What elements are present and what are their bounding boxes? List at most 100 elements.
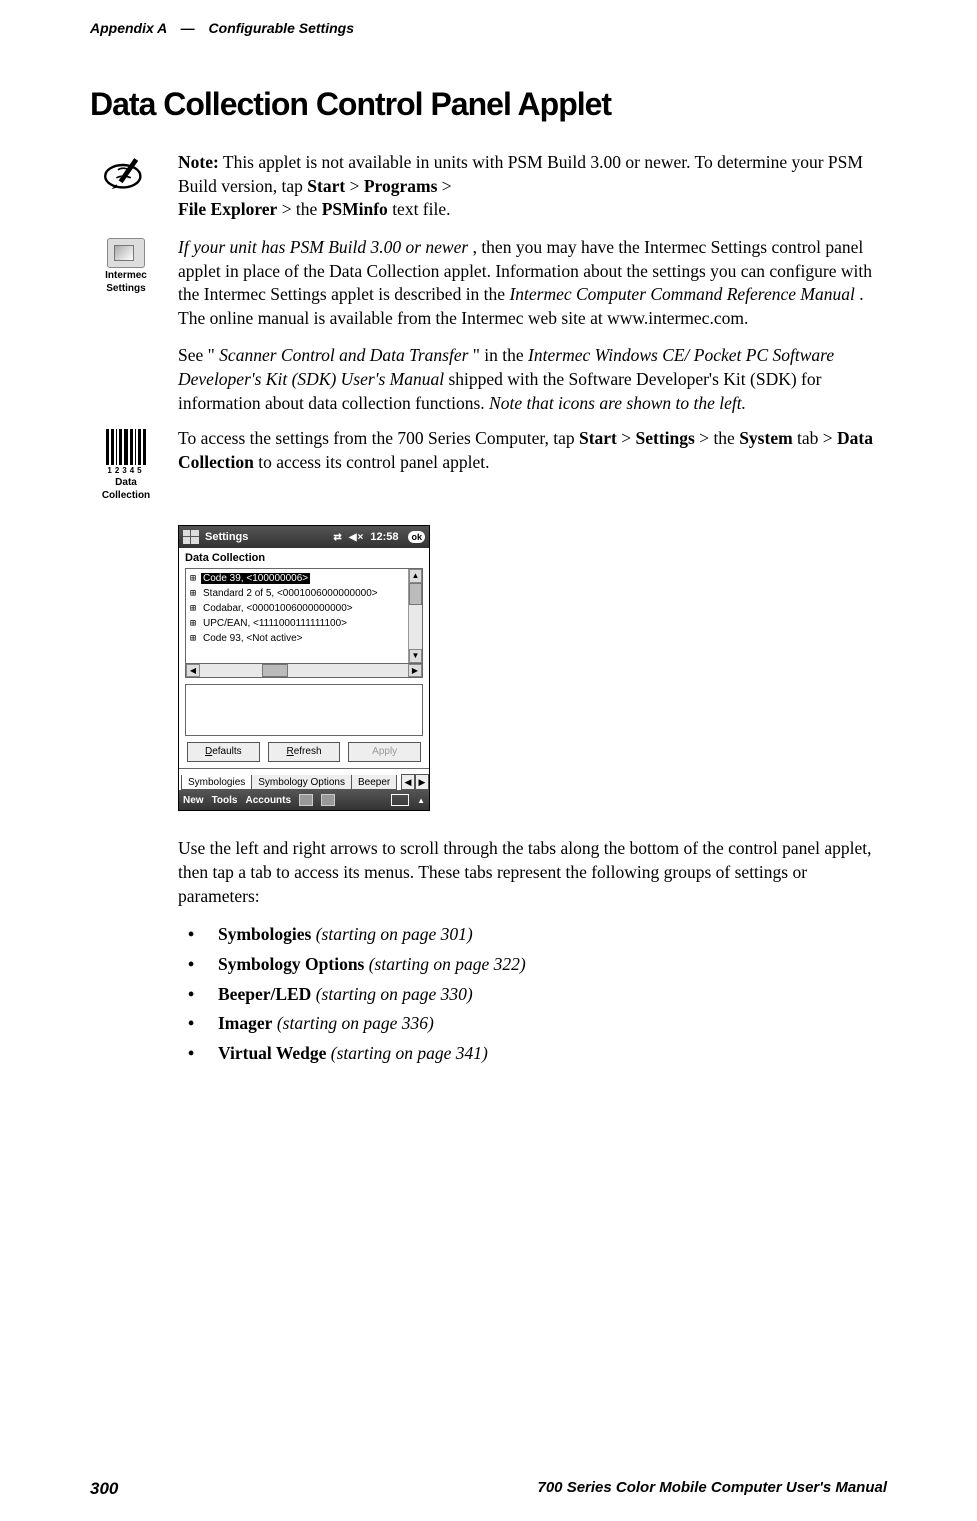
barcode-icon-col: 12345 Data Collection	[90, 427, 162, 501]
titlebar-label: Settings	[205, 531, 248, 543]
note-label: Note:	[178, 152, 219, 172]
scroll-left-icon[interactable]: ◀	[186, 664, 200, 677]
note-gt2: >	[442, 176, 452, 196]
barcode-digits: 12345	[107, 466, 144, 475]
scroll-down-icon[interactable]: ▼	[409, 649, 422, 663]
panel-title: Data Collection	[179, 548, 429, 566]
note-pencil-icon	[102, 153, 150, 198]
windows-flag-icon[interactable]	[183, 530, 199, 544]
access-start: Start	[579, 428, 617, 448]
note-icon-col	[90, 151, 162, 222]
access-gt2: > the	[699, 428, 739, 448]
bullet-italic: (starting on page 341)	[326, 1043, 487, 1063]
bullet-bold: Symbology Options	[218, 954, 364, 974]
list-item: Symbologies (starting on page 301)	[178, 920, 887, 950]
tree-item-label: Code 93, <Not active>	[201, 633, 305, 644]
tree-item-label: Codabar, <00001006000000000>	[201, 603, 355, 614]
see2: " in the	[473, 345, 528, 365]
tab-beeper[interactable]: Beeper	[351, 775, 397, 790]
tab-arrows: ◀ ▶	[401, 774, 429, 790]
mail-icon[interactable]	[299, 794, 313, 806]
keyboard-icon[interactable]	[391, 794, 409, 806]
tree-row[interactable]: ⊞Codabar, <00001006000000000>	[188, 601, 420, 616]
list-item: Symbology Options (starting on page 322)	[178, 950, 887, 980]
bottom-bar: New Tools Accounts ▲	[179, 790, 429, 810]
after-shot-paragraph: Use the left and right arrows to scroll …	[178, 837, 887, 908]
note-gt3: > the	[282, 199, 322, 219]
access-system: System	[739, 428, 792, 448]
note-tail: text file.	[392, 199, 450, 219]
barcode-bars-icon	[104, 429, 148, 465]
note-text: Note: This applet is not available in un…	[178, 151, 887, 222]
chapter-label: Configurable Settings	[209, 20, 354, 36]
scroll-up-icon[interactable]: ▲	[409, 569, 422, 583]
menu-new[interactable]: New	[183, 795, 204, 806]
note-gt1: >	[350, 176, 364, 196]
note-block: Note: This applet is not available in un…	[90, 151, 887, 222]
menu-accounts[interactable]: Accounts	[246, 795, 292, 806]
device-screenshot: Settings ⇄ ◀× 12:58 ok Data Collection ⊞…	[178, 515, 887, 837]
bullet-bold: Imager	[218, 1013, 272, 1033]
list-item: Imager (starting on page 336)	[178, 1009, 887, 1039]
defaults-button[interactable]: DDefaultsefaults	[187, 742, 260, 762]
bullet-bold: Beeper/LED	[218, 984, 311, 1004]
tree-item-label: Standard 2 of 5, <0001006000000000>	[201, 588, 380, 599]
tab-right-arrow-icon[interactable]: ▶	[415, 774, 429, 790]
intermec-settings-icon: Intermec Settings	[105, 238, 147, 294]
scroll-thumb[interactable]	[409, 583, 422, 605]
access-gt1: >	[621, 428, 635, 448]
tree-row[interactable]: ⊞Code 93, <Not active>	[188, 631, 420, 646]
ok-button[interactable]: ok	[408, 531, 425, 543]
header-sep: —	[171, 20, 205, 36]
access-text: To access the settings from the 700 Seri…	[178, 427, 887, 501]
bullet-bold: Virtual Wedge	[218, 1043, 326, 1063]
barcode-label2: Collection	[102, 490, 150, 501]
scroll-thumb[interactable]	[262, 664, 288, 677]
page-header: Appendix A — Configurable Settings	[90, 20, 887, 36]
tab-strip: Symbologies Symbology Options Beeper ◀ ▶	[179, 768, 429, 790]
tree-item-label: Code 39, <100000006>	[201, 573, 310, 584]
bullet-bold: Symbologies	[218, 924, 311, 944]
tab-symbologies[interactable]: Symbologies	[181, 775, 252, 790]
menu-tools[interactable]: Tools	[212, 795, 238, 806]
note-fileexp: File Explorer	[178, 199, 277, 219]
intermec-icon-col: Intermec Settings	[90, 236, 162, 331]
refresh-button[interactable]: RefreshRefresh	[268, 742, 341, 762]
see-i3: Note that icons are shown to the left.	[489, 393, 746, 413]
intermec-block: Intermec Settings If your unit has PSM B…	[90, 236, 887, 331]
tree-row[interactable]: ⊞Standard 2 of 5, <0001006000000000>	[188, 586, 420, 601]
contacts-icon[interactable]	[321, 794, 335, 806]
bullet-italic: (starting on page 322)	[364, 954, 525, 974]
horizontal-scrollbar[interactable]: ◀ ▶	[185, 664, 423, 678]
intermec-label2: Settings	[106, 283, 145, 294]
note-body1: This applet is not available in units wi…	[178, 152, 863, 196]
access-body3: to access its control panel applet.	[258, 452, 489, 472]
bullet-italic: (starting on page 336)	[272, 1013, 433, 1033]
page-footer: 300 700 Series Color Mobile Computer Use…	[90, 1479, 887, 1499]
sip-caret-icon[interactable]: ▲	[417, 796, 425, 805]
vertical-scrollbar[interactable]: ▲ ▼	[408, 569, 422, 663]
list-item: Beeper/LED (starting on page 330)	[178, 980, 887, 1010]
apply-button[interactable]: Apply	[348, 742, 421, 762]
tab-left-arrow-icon[interactable]: ◀	[401, 774, 415, 790]
scroll-right-icon[interactable]: ▶	[408, 664, 422, 677]
button-row: DDefaultsefaults RefreshRefresh Apply	[179, 736, 429, 768]
access-settings: Settings	[636, 428, 695, 448]
tree-row[interactable]: ⊞UPC/EAN, <1111000111111100>	[188, 616, 420, 631]
bullet-list: Symbologies (starting on page 301) Symbo…	[178, 920, 887, 1069]
volume-icon[interactable]: ◀×	[349, 532, 365, 543]
tab-symbology-options[interactable]: Symbology Options	[251, 775, 352, 790]
see-i1: Scanner Control and Data Transfer	[219, 345, 468, 365]
intermec-lead: If your unit has PSM Build 3.00 or newer	[178, 237, 468, 257]
intermec-text: If your unit has PSM Build 3.00 or newer…	[178, 236, 887, 331]
page-title: Data Collection Control Panel Applet	[90, 86, 887, 123]
list-item: Virtual Wedge (starting on page 341)	[178, 1039, 887, 1069]
tree-view[interactable]: ⊞Code 39, <100000006> ⊞Standard 2 of 5, …	[185, 568, 423, 664]
see1: See "	[178, 345, 215, 365]
connectivity-icon[interactable]: ⇄	[333, 532, 342, 543]
note-programs: Programs	[364, 176, 438, 196]
access-body1: To access the settings from the 700 Seri…	[178, 428, 579, 448]
tree-row[interactable]: ⊞Code 39, <100000006>	[188, 571, 420, 586]
titlebar: Settings ⇄ ◀× 12:58 ok	[179, 526, 429, 548]
device-screen: Settings ⇄ ◀× 12:58 ok Data Collection ⊞…	[178, 525, 430, 811]
